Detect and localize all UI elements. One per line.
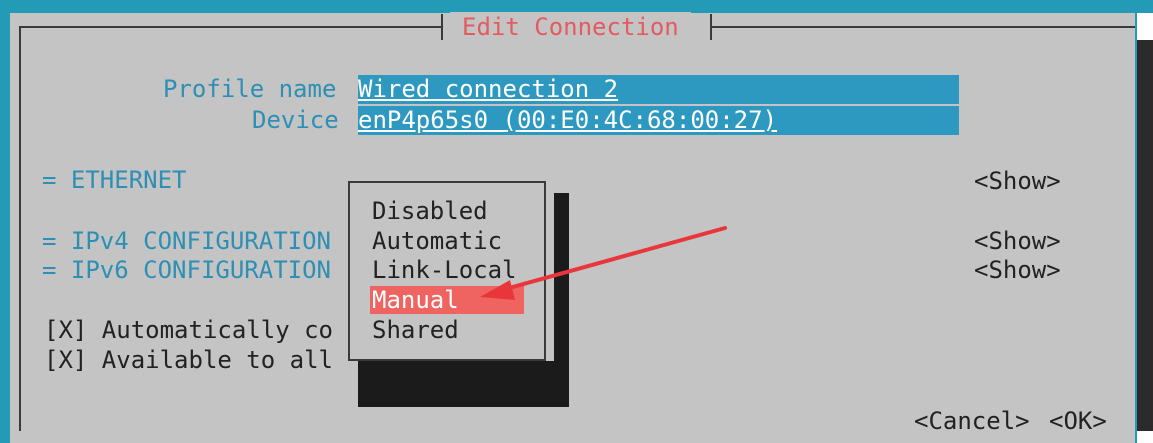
annotation-arrow-icon <box>480 226 727 300</box>
